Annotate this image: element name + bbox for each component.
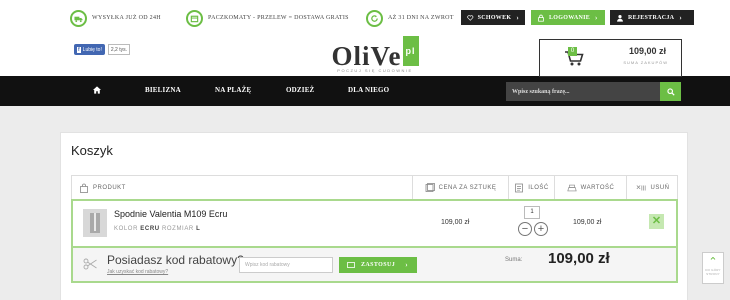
price-tag-icon [425,183,435,192]
facebook-like-count: 2,2 tys. [107,44,130,55]
bag-icon [80,183,88,193]
scroll-to-top-button[interactable]: ⌃ DO GÓRY STRONY [702,252,724,284]
product-name[interactable]: Spodnie Valentia M109 Ecru [114,209,227,219]
column-quantity: ILOŚĆ [508,176,554,200]
item-unit-price: 109,00 zł [441,219,470,226]
column-remove: USUŃ [626,176,679,200]
facebook-like-button[interactable]: f Lubię to! [74,44,105,55]
mini-cart[interactable]: 0 109,00 zł SUMA ZAKUPÓW [539,39,682,77]
quantity-field[interactable]: 1 [524,206,540,219]
search-icon [666,87,675,96]
cart-table-header: PRODUKT CENA ZA SZTUKĘ ILOŚĆ WARTOŚĆ USU… [71,175,679,200]
nav-item-bielizna[interactable]: BIELIZNA [145,86,181,94]
column-product: PRODUKT [72,176,412,200]
cart-total-label: SUMA ZAKUPÓW [623,60,668,65]
scissors-icon [83,258,97,270]
perk-free-delivery: PACZKOMATY - PRZELEW = DOSTAWA GRATIS [186,8,349,28]
facebook-like-widget[interactable]: f Lubię to! 2,2 tys. [74,44,130,55]
decrease-quantity-button[interactable]: − [518,222,532,236]
cart-panel: Koszyk PRODUKT CENA ZA SZTUKĘ ILOŚĆ WART… [60,132,688,300]
site-logo[interactable]: OliVe pl POCZUJ SIĘ CUDOWNIE [330,36,420,74]
sum-label: Suma: [505,257,523,263]
coupon-help-link[interactable]: Jak uzyskać kod rabatowy? [107,269,168,275]
perk-shipping: WYSYŁKA JUŻ OD 24H [70,8,161,28]
cart-total: 109,00 zł [628,46,666,56]
perk-returns: AŻ 31 DNI NA ZWROT [366,8,454,28]
search-button[interactable] [660,82,681,101]
home-icon[interactable] [93,86,101,94]
chevron-up-icon: ⌃ [708,256,718,268]
remove-item-button[interactable]: ✕ [649,214,664,229]
user-icon [617,14,623,22]
column-value: WARTOŚĆ [554,176,626,200]
page-title: Koszyk [71,143,113,158]
coupon-code-input[interactable] [239,257,333,273]
cart-sum-value: 109,00 zł [548,250,610,267]
logo-tagline: POCZUJ SIĘ CUDOWNIE [337,68,413,73]
product-attributes: KOLOR ECRU ROZMIAR L [114,226,201,232]
remove-icon [637,185,646,191]
nav-item-odziez[interactable]: ODZIEŻ [286,86,314,94]
coupon-section: Posiadasz kod rabatowy? Jak uzyskać kod … [71,248,678,283]
box-icon [186,9,203,27]
facebook-icon: f [77,46,81,53]
register-button[interactable]: REJESTRACJA › [610,10,694,25]
top-info-bar: WYSYŁKA JUŻ OD 24H PACZKOMATY - PRZELEW … [0,0,730,34]
heart-icon [467,14,474,21]
nav-item-na-plaze[interactable]: NA PLAŻĘ [215,86,251,94]
ticket-icon [347,262,355,268]
refresh-icon [366,9,383,27]
cart-item-row: Spodnie Valentia M109 Ecru KOLOR ECRU RO… [71,199,678,248]
search-input[interactable]: Wpisz szukaną frazę... [506,82,660,101]
register-icon [567,184,577,192]
lock-icon [538,14,544,22]
list-icon [515,183,524,193]
wishlist-button[interactable]: SCHOWEK › [461,10,525,25]
cart-count-badge: 0 [568,47,577,56]
login-button[interactable]: LOGOWANIE › [531,10,605,25]
truck-icon [70,9,87,27]
apply-coupon-button[interactable]: ZASTOSUJ › [339,257,417,273]
coupon-title: Posiadasz kod rabatowy? [107,253,244,267]
product-thumbnail[interactable] [83,209,107,237]
column-unit-price: CENA ZA SZTUKĘ [412,176,508,200]
nav-item-dla-niego[interactable]: DLA NIEGO [348,86,389,94]
item-total-value: 109,00 zł [573,219,602,226]
increase-quantity-button[interactable]: + [534,222,548,236]
